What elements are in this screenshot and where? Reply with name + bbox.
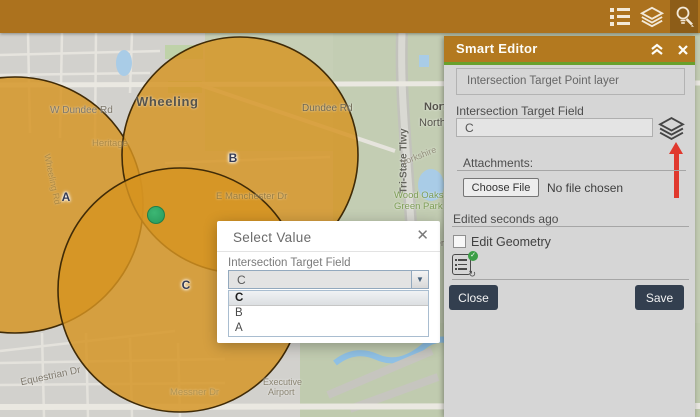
target-field-input[interactable]	[456, 118, 653, 137]
choose-file-button[interactable]: Choose File	[463, 178, 539, 197]
attachments-label: Attachments:	[463, 156, 533, 170]
divider	[452, 279, 689, 280]
value-select[interactable]: C ▼	[228, 270, 429, 289]
no-file-chosen-text: No file chosen	[547, 181, 623, 195]
legend-icon	[610, 8, 630, 26]
dialog-divider	[217, 251, 440, 252]
feature-marker-b[interactable]: B	[229, 151, 238, 165]
value-option-list: C B A	[228, 290, 429, 337]
smart-editor-icon	[672, 4, 696, 30]
chevron-down-icon: ▼	[416, 276, 424, 284]
smart-editor-button[interactable]	[670, 0, 698, 33]
select-layer-icon[interactable]	[658, 116, 685, 141]
legend-button[interactable]	[606, 0, 634, 33]
target-layer-name[interactable]: Intersection Target Point layer	[456, 68, 685, 95]
dialog-title: Select Value	[233, 230, 311, 245]
option-b[interactable]: B	[229, 306, 428, 321]
divider	[452, 226, 689, 227]
close-button[interactable]: Close	[449, 285, 498, 310]
option-a[interactable]: A	[229, 321, 428, 336]
check-badge-icon: ✓	[468, 251, 478, 261]
app-window: Wheeling W Dundee Rd Dundee Rd Heritage …	[0, 0, 700, 417]
close-icon[interactable]	[676, 41, 690, 57]
dialog-field-label: Intersection Target Field	[228, 257, 351, 269]
app-toolbar	[0, 0, 700, 33]
value-select-current: C	[237, 273, 246, 287]
edit-geometry-checkbox[interactable]	[453, 235, 466, 248]
edit-geometry-label: Edit Geometry	[471, 235, 551, 249]
layers-icon	[640, 5, 664, 29]
option-c[interactable]: C	[229, 291, 428, 306]
panel-title: Smart Editor	[456, 41, 538, 56]
annotation-arrow-icon	[663, 142, 689, 200]
target-field-label: Intersection Target Field	[456, 104, 584, 118]
feature-marker-c[interactable]: C	[182, 278, 191, 292]
collapse-icon[interactable]	[649, 41, 665, 57]
save-button[interactable]: Save	[635, 285, 684, 310]
smart-editor-panel: Smart Editor Intersection Target Point l…	[444, 36, 695, 417]
layers-button[interactable]	[638, 0, 666, 33]
panel-header: Smart Editor	[444, 36, 695, 62]
feature-marker-a[interactable]: A	[62, 190, 71, 204]
divider	[457, 170, 686, 171]
select-caret-button[interactable]: ▼	[411, 271, 428, 288]
edited-point-feature[interactable]	[147, 206, 165, 224]
dialog-close-icon[interactable]: ✕	[416, 227, 429, 245]
panel-accent-strip	[444, 62, 695, 65]
attribute-editor-icon[interactable]: ✓ ↻	[452, 251, 480, 278]
select-value-dialog: Select Value ✕ Intersection Target Field…	[217, 221, 440, 343]
edited-status-text: Edited seconds ago	[453, 212, 558, 226]
